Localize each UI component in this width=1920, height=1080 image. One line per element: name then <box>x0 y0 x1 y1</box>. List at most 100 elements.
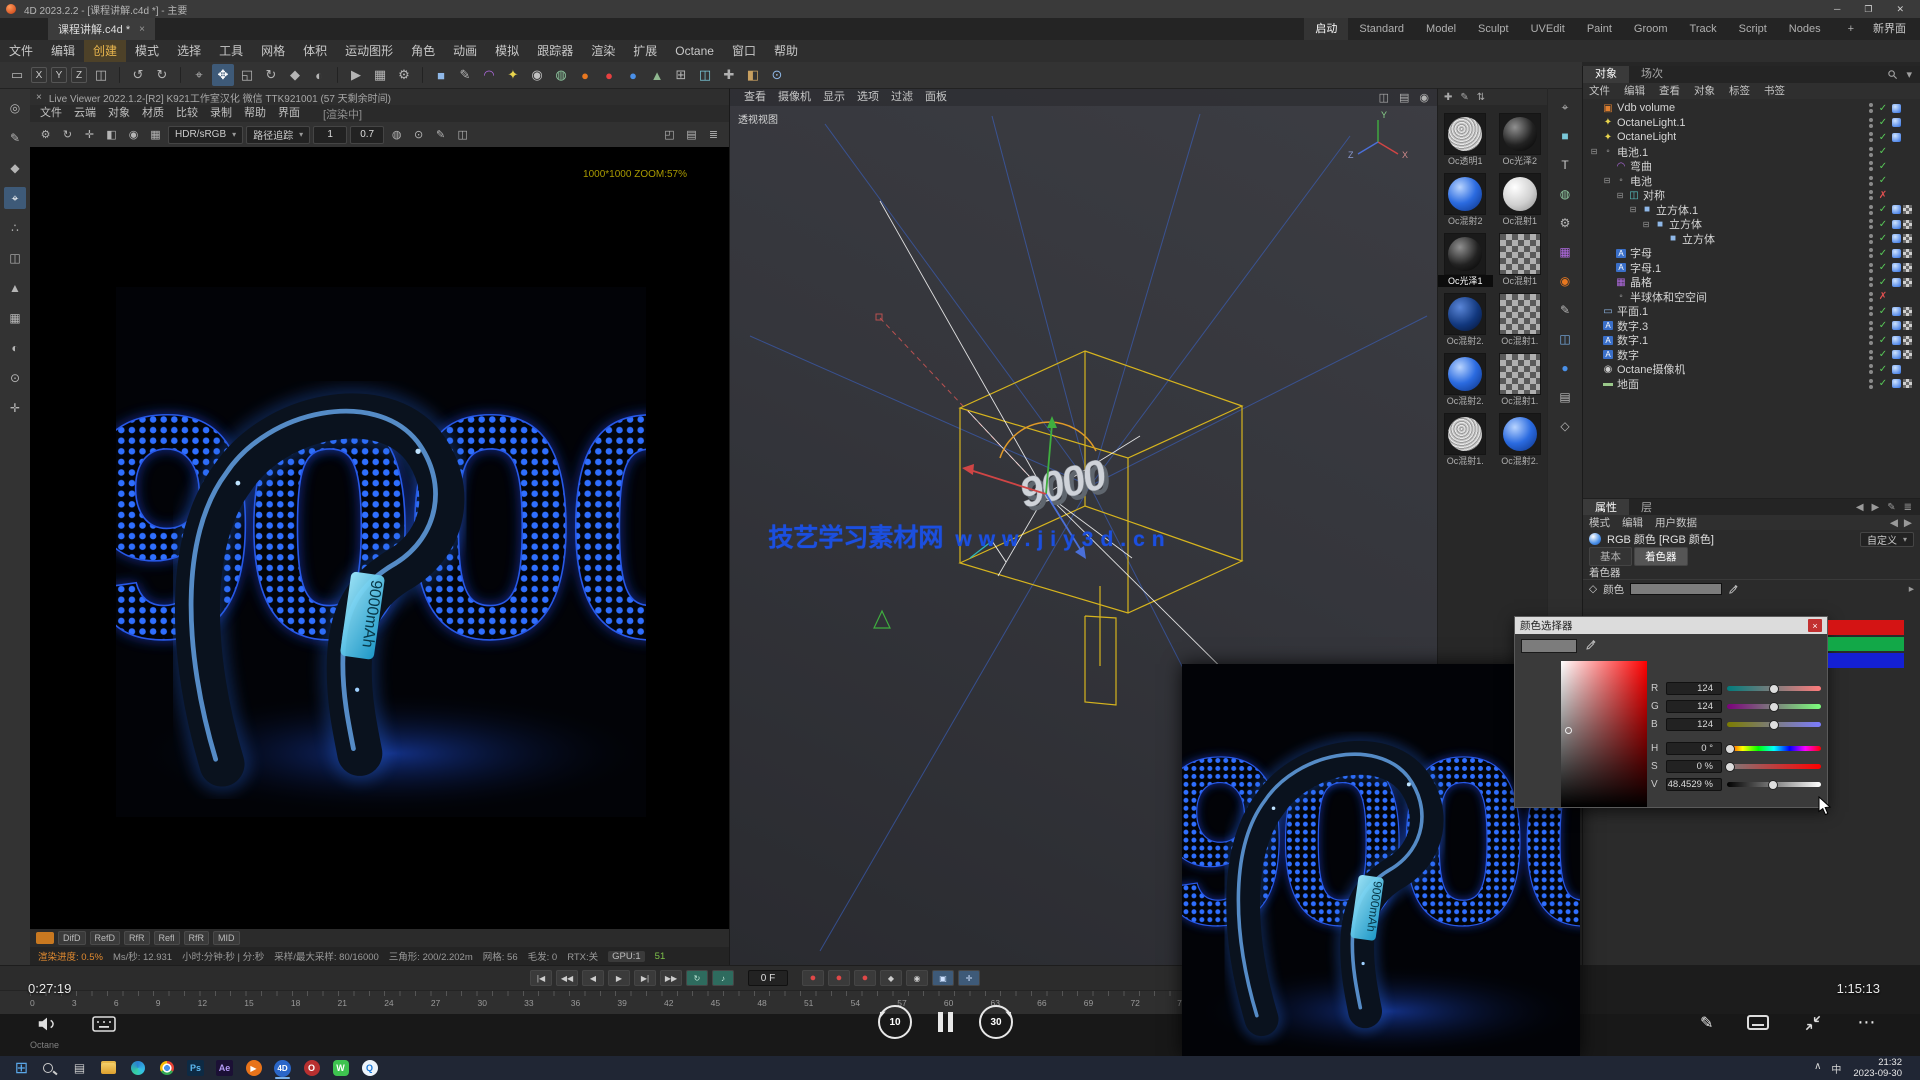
viewport-filter-icon[interactable]: ▤ <box>1399 91 1409 104</box>
lv-camera-lock-icon[interactable]: ◉ <box>124 125 143 144</box>
channel-slider[interactable] <box>1727 704 1821 709</box>
render-canvas[interactable]: 1000*1000 ZOOM:57% <box>30 147 729 929</box>
new-ui-button[interactable]: 新界面 <box>1862 18 1920 40</box>
object-tag-icons[interactable] <box>1892 350 1916 359</box>
side-grid-icon[interactable]: ▦ <box>1555 242 1575 262</box>
null-object-icon[interactable]: ✚ <box>718 64 740 86</box>
record-rotation-button[interactable]: ● <box>854 970 876 986</box>
bend-deformer-icon[interactable]: ◠ <box>478 64 500 86</box>
viewport-menu-item[interactable]: 选项 <box>851 89 885 106</box>
visibility-dots[interactable] <box>1869 118 1874 128</box>
enable-state-icon[interactable] <box>1877 219 1889 230</box>
current-color-swatch[interactable] <box>1521 639 1577 653</box>
lv-compare-icon[interactable]: ◫ <box>453 125 472 144</box>
subtitle-panel-icon[interactable] <box>1747 1015 1769 1030</box>
visibility-dots[interactable] <box>1869 234 1874 244</box>
object-row[interactable]: 数字 <box>1583 348 1920 363</box>
channel-slider[interactable] <box>1727 782 1821 787</box>
keyboard-shortcut-icon[interactable] <box>92 1016 116 1035</box>
beauty-pass-chip[interactable] <box>36 932 54 944</box>
boole-icon[interactable]: ◧ <box>742 64 764 86</box>
enable-state-icon[interactable] <box>1877 291 1889 302</box>
menu-item[interactable]: Octane <box>666 40 723 62</box>
sort-texture-icon[interactable]: ⇅ <box>1477 92 1485 103</box>
visibility-dots[interactable] <box>1869 190 1874 200</box>
material-item[interactable]: Oc混射1 <box>1493 233 1548 287</box>
side-target-icon[interactable]: ◉ <box>1555 271 1575 291</box>
tray-expand-icon[interactable]: ∧ <box>1814 1061 1821 1076</box>
material-item[interactable]: Oc光泽1 <box>1438 233 1493 287</box>
dialog-close-button[interactable]: × <box>1808 619 1822 632</box>
render-pass-button[interactable]: Refl <box>154 931 180 945</box>
color-value-swatch[interactable] <box>1630 583 1722 595</box>
expand-toggle-icon[interactable]: ⊟ <box>1628 205 1638 214</box>
coordinate-system-icon[interactable]: ◐ <box>308 64 330 86</box>
object-row[interactable]: ⊟ 立方体.1 <box>1583 203 1920 218</box>
visibility-dots[interactable] <box>1869 379 1874 389</box>
exit-fullscreen-icon[interactable] <box>1803 1013 1823 1033</box>
attr-menu-icon[interactable]: ≣ <box>1904 502 1912 513</box>
workplane-icon[interactable]: ◫ <box>90 64 112 86</box>
live-selection-icon[interactable]: ⌖ <box>188 64 210 86</box>
cloner-icon[interactable]: ◫ <box>694 64 716 86</box>
menu-item[interactable]: 网格 <box>252 40 294 62</box>
material-item[interactable]: Oc混射1. <box>1438 413 1493 467</box>
menu-item[interactable]: 扩展 <box>624 40 666 62</box>
lv-clay-mode-icon[interactable]: ⊙ <box>409 125 428 144</box>
add-layout-button[interactable]: + <box>1840 23 1862 35</box>
object-row[interactable]: ⊟ 电池 <box>1583 174 1920 189</box>
object-manager-menu-item[interactable]: 文件 <box>1583 83 1616 99</box>
pause-button[interactable] <box>938 1012 953 1032</box>
visibility-dots[interactable] <box>1869 277 1874 287</box>
viewport-menu-item[interactable]: 显示 <box>817 89 851 106</box>
object-row[interactable]: ⊟ 立方体 <box>1583 217 1920 232</box>
channel-value-field[interactable]: 0 % <box>1666 760 1722 773</box>
camera-icon[interactable]: ◉ <box>526 64 548 86</box>
object-row[interactable]: 半球体和空空间 <box>1583 290 1920 305</box>
visibility-dots[interactable] <box>1869 132 1874 142</box>
object-manager-tab[interactable]: 场次 <box>1629 66 1675 83</box>
layout-item[interactable]: Sculpt <box>1467 18 1520 40</box>
lv-restart-render-icon[interactable]: ↻ <box>58 125 77 144</box>
scale-tool-icon[interactable]: ◱ <box>236 64 258 86</box>
menu-item[interactable]: 窗口 <box>723 40 765 62</box>
enable-state-icon[interactable] <box>1877 117 1889 128</box>
viewport-menu-item[interactable]: 面板 <box>919 89 953 106</box>
menu-item[interactable]: 渲染 <box>582 40 624 62</box>
last-used-tool-icon[interactable]: ◆ <box>284 64 306 86</box>
menu-item[interactable]: 跟踪器 <box>528 40 582 62</box>
object-name[interactable]: OctaneLight.1 <box>1617 117 1686 129</box>
object-tag-icons[interactable] <box>1892 263 1916 272</box>
sky-icon[interactable]: ● <box>622 64 644 86</box>
lv-focus-pick-icon[interactable]: ✛ <box>80 125 99 144</box>
lv-menu-icon[interactable]: ≣ <box>704 125 723 144</box>
menu-item[interactable]: 角色 <box>402 40 444 62</box>
octane-icon[interactable]: O <box>298 1057 325 1079</box>
palette-red-swatch[interactable] <box>1828 620 1904 635</box>
enable-state-icon[interactable] <box>1877 262 1889 273</box>
material-item[interactable]: Oc透明1 <box>1438 113 1493 167</box>
goto-start-button[interactable]: |◀ <box>530 970 552 986</box>
wechat-icon[interactable]: W <box>327 1057 354 1079</box>
material-thumbnail[interactable] <box>1499 113 1541 155</box>
channel-value-field[interactable]: 48.4529 % <box>1666 778 1722 791</box>
render-pass-button[interactable]: RfR <box>124 931 150 945</box>
channel-slider[interactable] <box>1727 746 1821 751</box>
layout-item[interactable]: Groom <box>1623 18 1679 40</box>
attr-prev-icon[interactable]: ◀ <box>1890 517 1898 529</box>
play-button[interactable]: ▶ <box>608 970 630 986</box>
document-tab[interactable]: 课程讲解.c4d * × <box>48 18 155 40</box>
menu-item[interactable]: 文件 <box>0 40 42 62</box>
menu-item[interactable]: 选择 <box>168 40 210 62</box>
record-position-button[interactable]: ● <box>828 970 850 986</box>
side-sphere-icon[interactable]: ● <box>1555 358 1575 378</box>
visibility-dots[interactable] <box>1869 248 1874 258</box>
enable-state-icon[interactable] <box>1877 233 1889 244</box>
side-settings-icon[interactable]: ⚙ <box>1555 213 1575 233</box>
material-thumbnail[interactable] <box>1444 353 1486 395</box>
object-row[interactable]: OctaneLight.1 <box>1583 116 1920 131</box>
visibility-dots[interactable] <box>1869 103 1874 113</box>
pen-tool-icon[interactable]: ✎ <box>454 64 476 86</box>
next-frame-button[interactable]: ▶| <box>634 970 656 986</box>
file-explorer-icon[interactable] <box>95 1057 122 1079</box>
